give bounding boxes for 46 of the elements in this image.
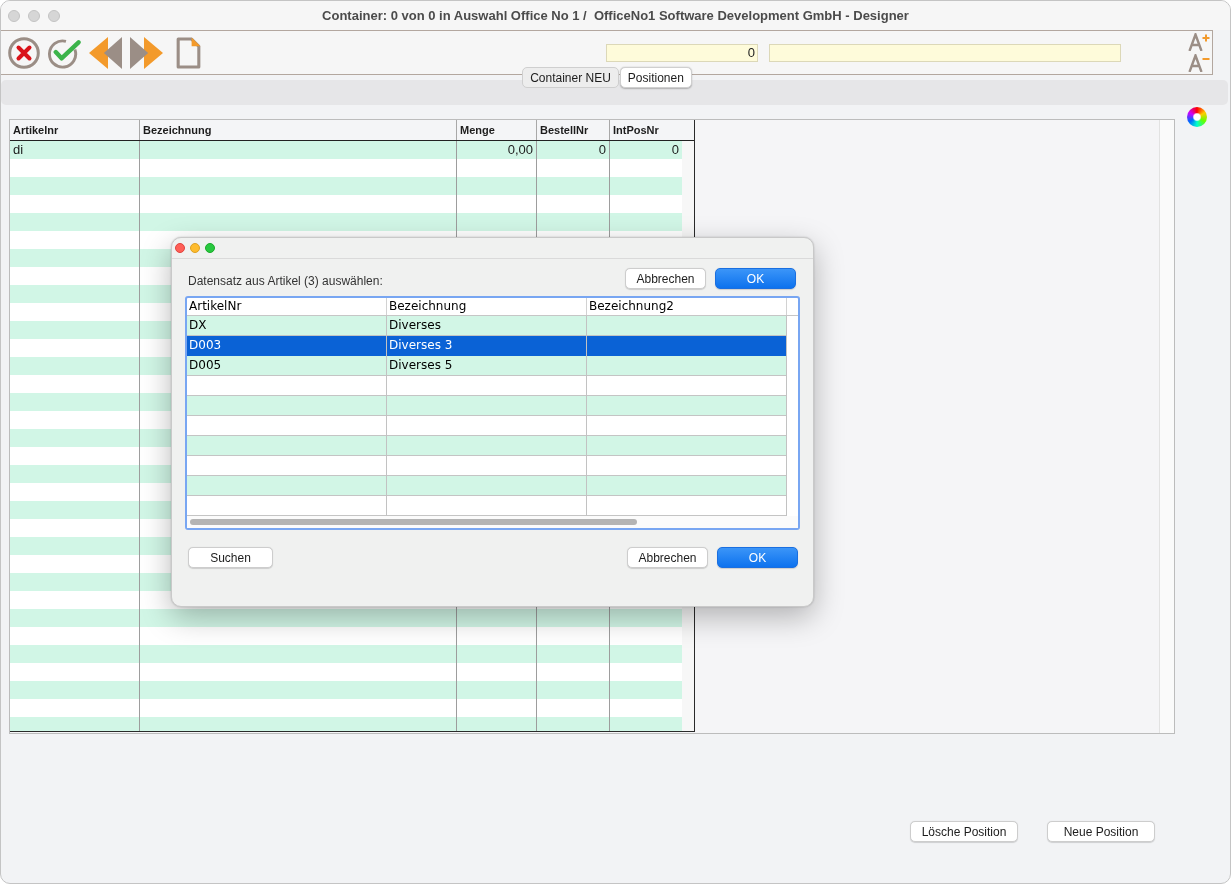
document-icon[interactable] [176,36,201,69]
ok-button[interactable]: OK [717,547,798,568]
new-position-button[interactable]: Neue Position [1047,821,1155,842]
column-header: Bezeichnung [387,298,587,315]
font-larger-icon[interactable] [1188,33,1210,51]
cancel-button[interactable]: Abbrechen [627,547,708,568]
zoom-icon[interactable] [205,243,215,253]
column-header: Bezeichnung [140,120,457,140]
previous-icon[interactable] [89,36,122,69]
tab[interactable]: Container NEU [522,67,619,88]
column-header: Artikelnr [10,120,140,140]
table-cell: 0,00 [457,141,537,159]
column-header: Bezeichnung2 [587,298,787,315]
scrollbar-thumb[interactable] [190,519,637,525]
column-header: BestellNr [537,120,610,140]
window-title: Container: 0 von 0 in Auswahl Office No 1 / OfficeNo1 Software Development GmbH - Designer [322,8,909,23]
minimize-icon[interactable] [28,9,40,22]
next-icon[interactable] [130,36,163,69]
table-cell: di [10,141,140,159]
table-cell: Diverses 3 [387,336,587,356]
close-icon[interactable] [175,243,185,253]
tab[interactable]: Positionen [619,67,692,88]
ok-button[interactable]: OK [715,268,796,289]
cancel-icon[interactable] [8,36,40,69]
text-field[interactable] [769,43,1121,62]
zoom-icon[interactable] [48,9,60,22]
minimize-icon[interactable] [190,243,200,253]
prompt-label: Datensatz aus Artikel (3) auswählen: [188,273,383,288]
color-wheel-icon[interactable] [1187,107,1207,127]
number-field[interactable]: 0 [606,43,758,62]
table-cell: 0 [537,141,610,159]
font-smaller-icon[interactable] [1188,54,1210,72]
table-row[interactable]: D003 Diverses 3 [187,336,787,356]
vertical-scrollbar[interactable] [1159,120,1174,733]
table-cell: Diverses 5 [387,356,587,376]
column-header: Menge [457,120,537,140]
check-icon[interactable] [48,36,81,69]
table-cell-text: 0 [670,141,680,159]
search-button[interactable]: Suchen [188,547,273,568]
table-cell: D003 [187,336,387,356]
column-header: IntPosNr [612,123,660,138]
cancel-button[interactable]: Abbrechen [625,268,706,289]
delete-position-button[interactable]: Lösche Position [910,821,1018,842]
column-header: ArtikelNr [187,298,387,315]
table-cell: D005 [187,356,387,376]
close-icon[interactable] [8,9,20,22]
